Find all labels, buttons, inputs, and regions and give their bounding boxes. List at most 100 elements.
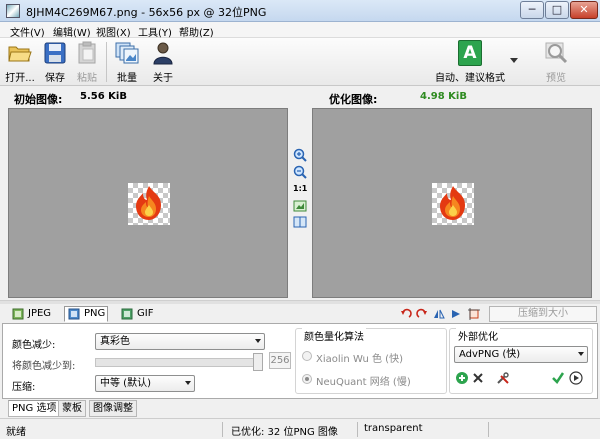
tab-png-options[interactable]: PNG 选项 — [8, 400, 61, 417]
auto-format-icon: A — [458, 40, 482, 66]
reduce-colors-to-label: 将颜色减少到: — [12, 361, 76, 372]
external-optimizer-select[interactable]: AdvPNG (快) — [454, 346, 588, 363]
crop-icon[interactable] — [468, 308, 480, 320]
save-button[interactable]: 保存 — [42, 40, 68, 84]
color-quantization-title: 颜色量化算法 — [302, 328, 366, 343]
toolbar: 打开... 保存 粘贴 批量 关于 A 自动、建议格式 预览 — [0, 38, 600, 86]
optimized-image-size: 4.98 KiB — [420, 91, 467, 102]
close-button[interactable]: ✕ — [570, 1, 598, 19]
about-label: 关于 — [153, 73, 173, 84]
menu-help[interactable]: 帮助(Z) — [179, 24, 214, 39]
add-icon[interactable] — [455, 371, 469, 385]
title-bar: 8JHM4C269M67.png - 56x56 px @ 32位PNG ─ □… — [0, 0, 600, 22]
tab-image-adjust[interactable]: 图像调整 — [89, 400, 137, 417]
original-image-pane[interactable] — [8, 108, 288, 298]
xiaolin-wu-label: Xiaolin Wu 色 (快) — [316, 354, 403, 365]
status-separator — [488, 422, 489, 437]
tab-mask[interactable]: 蒙板 — [58, 400, 86, 417]
xiaolin-wu-radio[interactable] — [302, 351, 312, 361]
rotate-left-icon[interactable] — [400, 308, 412, 320]
status-ready: 就绪 — [6, 427, 26, 438]
preview-button[interactable]: 预览 — [542, 40, 570, 84]
play-icon[interactable] — [569, 371, 583, 385]
toolbar-separator — [106, 42, 107, 82]
open-button[interactable]: 打开... — [5, 40, 35, 84]
settings-tools-icon[interactable] — [496, 371, 510, 385]
splitter[interactable] — [0, 300, 600, 304]
menu-file[interactable]: 文件(V) — [10, 24, 45, 39]
chevron-down-icon — [578, 352, 584, 356]
rotate-right-icon[interactable] — [416, 308, 428, 320]
batch-label: 批量 — [117, 73, 137, 84]
fit-image-icon[interactable] — [293, 199, 307, 213]
checkmark-icon[interactable] — [551, 371, 565, 385]
tab-jpeg[interactable]: JPEG — [8, 306, 54, 322]
paste-button[interactable]: 粘贴 — [74, 40, 100, 84]
flame-image-icon — [136, 186, 161, 220]
color-count-slider[interactable] — [95, 358, 263, 367]
original-image-preview — [128, 183, 170, 225]
status-bar: 就绪 已优化: 32 位PNG 图像 transparent — [0, 418, 600, 439]
compare-view-icon[interactable] — [293, 215, 307, 229]
batch-button[interactable]: 批量 — [113, 40, 141, 84]
magnifier-icon — [545, 42, 568, 64]
auto-suggest-button[interactable]: A 自动、建议格式 — [432, 40, 508, 84]
tab-gif[interactable]: GIF — [117, 306, 159, 322]
clipboard-icon — [78, 41, 96, 64]
dropdown-arrow-icon[interactable] — [510, 58, 518, 64]
flip-horizontal-icon[interactable] — [433, 308, 445, 320]
auto-suggest-label: 自动、建议格式 — [435, 73, 505, 84]
zoom-in-icon[interactable] — [293, 148, 307, 162]
gif-format-icon — [121, 308, 133, 320]
original-image-label: 初始图像: — [14, 93, 63, 106]
optimized-image-pane[interactable] — [312, 108, 592, 298]
about-button[interactable]: 关于 — [149, 40, 177, 84]
menu-bar: 文件(V) 编辑(W) 视图(X) 工具(Y) 帮助(Z) — [0, 22, 600, 39]
original-image-size: 5.56 KiB — [80, 91, 127, 102]
external-optimization-title: 外部优化 — [456, 328, 500, 343]
remove-icon[interactable] — [471, 371, 485, 385]
folder-open-icon — [8, 46, 32, 62]
color-reduce-label: 颜色减少: — [12, 340, 56, 351]
png-options-panel: 颜色减少: 真彩色 将颜色减少到: 256 压缩: 中等 (默认) 颜色量化算法… — [2, 323, 598, 399]
png-format-icon — [68, 308, 80, 320]
paste-label: 粘贴 — [77, 73, 97, 84]
maximize-button[interactable]: □ — [545, 1, 569, 19]
window-title: 8JHM4C269M67.png - 56x56 px @ 32位PNG — [26, 6, 267, 19]
optimized-image-preview — [432, 183, 474, 225]
compress-to-size-button[interactable]: 压缩到大小 — [489, 306, 597, 322]
format-tabs: JPEG PNG GIF 压缩到大小 — [0, 305, 600, 323]
person-icon — [153, 42, 173, 65]
neuquant-radio[interactable] — [302, 374, 312, 384]
zoom-out-icon[interactable] — [293, 165, 307, 179]
menu-edit[interactable]: 编辑(W) — [53, 24, 91, 39]
open-label: 打开... — [5, 73, 35, 84]
chevron-down-icon — [185, 381, 191, 385]
options-subtabs: PNG 选项 蒙板 图像调整 — [0, 399, 600, 417]
flip-vertical-icon[interactable] — [450, 308, 462, 320]
neuquant-label: NeuQuant 网络 (慢) — [316, 377, 411, 388]
menu-view[interactable]: 视图(X) — [96, 24, 131, 39]
color-reduce-select[interactable]: 真彩色 — [95, 333, 265, 350]
menu-tools[interactable]: 工具(Y) — [138, 24, 172, 39]
status-separator — [222, 422, 223, 437]
status-separator — [357, 422, 358, 437]
minimize-button[interactable]: ─ — [520, 1, 544, 19]
chevron-down-icon — [255, 339, 261, 343]
batch-images-icon — [115, 42, 139, 64]
color-count-input[interactable]: 256 — [269, 352, 291, 369]
status-optimized: 已优化: 32 位PNG 图像 — [231, 427, 338, 438]
compression-select[interactable]: 中等 (默认) — [95, 375, 195, 392]
zoom-controls: 1:1 — [290, 108, 310, 298]
zoom-ratio[interactable]: 1:1 — [293, 184, 307, 193]
tab-png[interactable]: PNG — [64, 306, 108, 322]
color-quantization-group: 颜色量化算法 Xiaolin Wu 色 (快) NeuQuant 网络 (慢) — [295, 328, 447, 394]
slider-thumb[interactable] — [253, 353, 263, 371]
compression-label: 压缩: — [12, 382, 36, 393]
flame-image-icon — [440, 186, 465, 220]
optimized-image-label: 优化图像: — [329, 93, 378, 106]
preview-label: 预览 — [546, 73, 566, 84]
image-size-header: 初始图像: 5.56 KiB 优化图像: 4.98 KiB — [0, 86, 600, 108]
save-label: 保存 — [45, 73, 65, 84]
floppy-disk-icon — [44, 42, 66, 64]
